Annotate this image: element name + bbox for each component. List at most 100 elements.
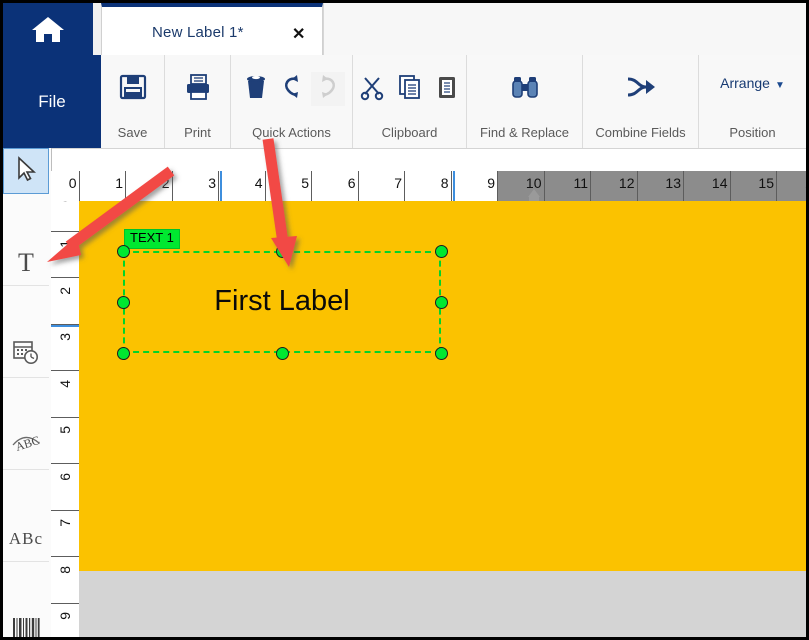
calendar-clock-icon (11, 337, 41, 372)
curved-text-tool[interactable]: ABC (3, 424, 49, 470)
document-tab[interactable]: New Label 1* ✕ (101, 3, 323, 55)
home-button[interactable] (3, 3, 93, 55)
save-button[interactable] (116, 72, 150, 106)
tab-title: New Label 1* (152, 24, 244, 41)
undo-button[interactable] (275, 72, 309, 106)
ribbon-group-print: Print (165, 55, 231, 148)
ruler-tick-v: 2 (51, 278, 79, 325)
ribbon-group-label: Save (117, 125, 148, 140)
resize-handle-top-right[interactable] (434, 244, 448, 258)
resize-handle-top-left[interactable] (116, 244, 130, 258)
binoculars-icon (509, 73, 541, 106)
cut-scissors-icon (360, 73, 386, 106)
ribbon-group-label: Find & Replace (480, 125, 569, 140)
ruler-tick-h: 14 (684, 171, 731, 201)
printer-icon (183, 72, 213, 107)
ribbon-group-quick-actions: Quick Actions (231, 55, 353, 148)
ribbon-toolbar: File Save Print Quick Actions Clipboard … (3, 55, 806, 149)
ribbon-group-clipboard: Clipboard (353, 55, 467, 148)
delete-trash-icon (242, 72, 270, 107)
ruler-tick-h: 4 (219, 171, 266, 201)
app-window: New Label 1* ✕ File Save Print Quick Act… (0, 0, 809, 640)
tab-strip: New Label 1* ✕ (3, 3, 806, 56)
resize-handle-top-center[interactable] (275, 244, 289, 258)
text-t-icon: T (18, 247, 34, 277)
ruler-subtick-v (51, 324, 79, 327)
label-sheet[interactable]: TEXT 1 First Label (79, 201, 806, 571)
object-name-badge: TEXT 1 (124, 229, 180, 249)
resize-handle-bottom-right[interactable] (434, 346, 448, 360)
paste-button[interactable] (430, 72, 464, 106)
barcode-icon (11, 615, 41, 637)
find-replace-button[interactable] (508, 72, 542, 106)
paste-icon (434, 73, 460, 106)
counter-abc-icon: ABc (8, 528, 44, 548)
home-icon (31, 14, 65, 44)
chevron-down-icon: ▼ (774, 80, 785, 91)
ribbon-group-label: Combine Fields (595, 125, 686, 140)
arrange-label: Arrange (720, 75, 770, 91)
ruler-tick-h: 16 (777, 171, 806, 201)
ruler-subtick-h (452, 171, 455, 201)
ruler-tick-h: 0 (51, 171, 80, 201)
ruler-tick-h: 2 (126, 171, 173, 201)
ruler-tick-h: 1 (80, 171, 126, 201)
ruler-tick-v: 5 (51, 418, 79, 464)
horizontal-ruler[interactable]: 012345678910111213141516 (51, 171, 806, 202)
tab-strip-empty-area (323, 3, 806, 55)
ruler-tick-v-label: 9 (57, 612, 73, 620)
ribbon-group-label: Quick Actions (252, 125, 331, 140)
curved-text-icon: ABC (9, 429, 43, 464)
ruler-tick-h: 13 (637, 171, 684, 201)
resize-handle-bottom-left[interactable] (116, 346, 130, 360)
ruler-tick-v: 6 (51, 464, 79, 511)
redo-arrow-icon (315, 73, 341, 106)
resize-handle-middle-left[interactable] (116, 295, 130, 309)
barcode-tool[interactable] (3, 608, 49, 637)
ribbon-group-position: Arrange ▼ Position (699, 55, 806, 148)
ruler-tick-v: 1 (51, 232, 79, 278)
svg-text:ABC: ABC (14, 433, 42, 454)
delete-button[interactable] (239, 72, 273, 106)
file-menu-button[interactable]: File (3, 55, 101, 148)
ruler-tick-h: 7 (359, 171, 405, 201)
cursor-arrow-icon (13, 155, 39, 188)
ribbon-group-save: Save (101, 55, 165, 148)
copy-button[interactable] (393, 72, 427, 106)
ruler-tick-v: 9 (51, 604, 79, 638)
ruler-tick-h: 12 (591, 171, 638, 201)
ruler-tick-h: 15 (730, 171, 777, 201)
ruler-tick-v: 7 (51, 511, 79, 557)
text-tool[interactable]: T (3, 240, 49, 286)
resize-handle-bottom-center[interactable] (275, 346, 289, 360)
ruler-tick-h: 11 (544, 171, 591, 201)
resize-handle-middle-right[interactable] (434, 295, 448, 309)
ruler-tick-h: 6 (312, 171, 359, 201)
cut-button[interactable] (356, 72, 390, 106)
counter-tool[interactable]: ABc (3, 516, 49, 562)
select-tool[interactable] (3, 148, 49, 194)
print-button[interactable] (181, 72, 215, 106)
ribbon-group-label: Print (184, 125, 211, 140)
text-object-content: First Label (214, 285, 350, 317)
ribbon-group-combine-fields: Combine Fields (583, 55, 699, 148)
text-object-selection[interactable]: First Label (123, 251, 441, 353)
ruler-subtick-h (220, 171, 222, 201)
vertical-ruler[interactable]: 012345678 9 (51, 201, 80, 637)
redo-button[interactable] (310, 72, 345, 106)
save-floppy-icon (118, 72, 148, 107)
ruler-tick-h: 5 (266, 171, 312, 201)
close-icon[interactable]: ✕ (292, 27, 305, 43)
ribbon-group-find-replace: Find & Replace (467, 55, 583, 148)
ruler-tick-h: 3 (173, 171, 219, 201)
arrange-dropdown[interactable]: Arrange ▼ (699, 75, 806, 91)
combine-fields-button[interactable] (624, 72, 658, 106)
ribbon-group-label: Clipboard (381, 125, 438, 140)
undo-arrow-icon (279, 73, 305, 106)
canvas-workspace[interactable]: TEXT 1 First Label (79, 201, 806, 637)
datetime-tool[interactable] (3, 332, 49, 378)
ruler-tick-v: 8 (51, 557, 79, 604)
left-tool-palette: T ABC ABc (3, 148, 52, 637)
ribbon-group-label: Position (729, 125, 776, 140)
ruler-tick-h: 8 (405, 171, 452, 201)
